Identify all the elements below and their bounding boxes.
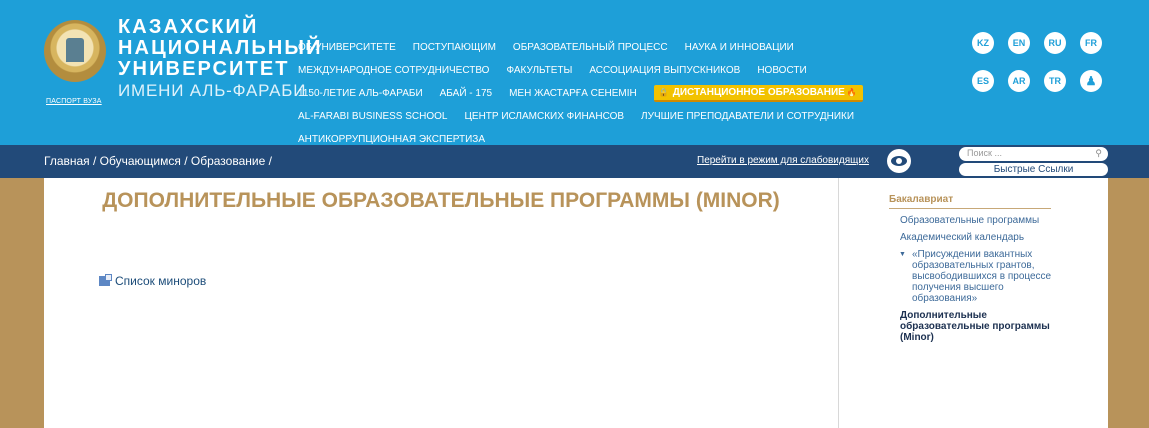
nav-row: МЕЖДУНАРОДНОЕ СОТРУДНИЧЕСТВО ФАКУЛЬТЕТЫ …: [298, 59, 938, 82]
university-name-line-3: УНИВЕРСИТЕТ: [118, 58, 290, 80]
university-logo[interactable]: [44, 20, 106, 82]
nav-row: ОБ УНИВЕРСИТЕТЕ ПОСТУПАЮЩИМ ОБРАЗОВАТЕЛЬ…: [298, 36, 938, 59]
lang-row: ES AR TR ♟: [972, 70, 1122, 92]
nav-news[interactable]: НОВОСТИ: [757, 65, 806, 76]
university-name-line-1: КАЗАХСКИЙ: [118, 16, 259, 38]
eye-icon[interactable]: [887, 149, 911, 173]
university-name-line-4: ИМЕНИ АЛЬ-ФАРАБИ: [118, 81, 307, 100]
breadcrumb[interactable]: Главная / Обучающимся / Образование /: [44, 154, 272, 168]
nav-education-process[interactable]: ОБРАЗОВАТЕЛЬНЫЙ ПРОЦЕСС: [513, 42, 668, 53]
sidebar-item-programs[interactable]: Образовательные программы: [889, 215, 1054, 226]
lang-kz-button[interactable]: KZ: [972, 32, 994, 54]
nav-business-school[interactable]: AL-FARABI BUSINESS SCHOOL: [298, 111, 448, 122]
document-icon: [99, 274, 112, 286]
lang-ar-button[interactable]: AR: [1008, 70, 1030, 92]
search-icon[interactable]: ⚲: [1095, 148, 1102, 159]
main-content: ДОПОЛНИТЕЛЬНЫЕ ОБРАЗОВАТЕЛЬНЫЕ ПРОГРАММЫ…: [44, 178, 1108, 428]
language-switcher: KZ EN RU FR ES AR TR ♟: [972, 32, 1122, 108]
nav-al-farabi-1150[interactable]: 1150-ЛЕТИЕ АЛЬ-ФАРАБИ: [298, 88, 423, 99]
sidebar-item-minor[interactable]: Дополнительные образовательные программы…: [889, 310, 1054, 343]
sidebar-item-grants[interactable]: «Присуждении вакантных образовательных г…: [889, 249, 1054, 304]
nav-alumni[interactable]: АССОЦИАЦИЯ ВЫПУСКНИКОВ: [589, 65, 740, 76]
nav-best-teachers[interactable]: ЛУЧШИЕ ПРЕПОДАВАТЕЛИ И СОТРУДНИКИ: [641, 111, 854, 122]
search-input[interactable]: Поиск ... ⚲: [959, 147, 1108, 161]
page-title: ДОПОЛНИТЕЛЬНЫЕ ОБРАЗОВАТЕЛЬНЫЕ ПРОГРАММЫ…: [102, 189, 780, 212]
nav-row: AL-FARABI BUSINESS SCHOOL ЦЕНТР ИСЛАМСКИ…: [298, 105, 938, 128]
nav-faculties[interactable]: ФАКУЛЬТЕТЫ: [506, 65, 572, 76]
nav-about[interactable]: ОБ УНИВЕРСИТЕТЕ: [298, 42, 396, 53]
quick-links-button[interactable]: Быстрые Ссылки: [959, 163, 1108, 176]
lang-fr-button[interactable]: FR: [1080, 32, 1102, 54]
sidebar-item-calendar[interactable]: Академический календарь: [889, 232, 1054, 243]
minors-list-link[interactable]: Список миноров: [99, 274, 206, 288]
lang-row: KZ EN RU FR: [972, 32, 1122, 54]
breadcrumb-bar: Главная / Обучающимся / Образование / Пе…: [0, 145, 1149, 178]
lang-tr-button[interactable]: TR: [1044, 70, 1066, 92]
sidebar-menu: Бакалавриат Образовательные программы Ак…: [889, 194, 1054, 343]
low-vision-mode-link[interactable]: Перейти в режим для слабовидящих: [697, 155, 869, 166]
sidebar-heading[interactable]: Бакалавриат: [889, 194, 1051, 209]
lang-en-button[interactable]: EN: [1008, 32, 1030, 54]
nav-abai-175[interactable]: АБАЙ - 175: [440, 88, 492, 99]
passport-link[interactable]: ПАСПОРТ ВУЗА: [46, 98, 102, 105]
university-name-line-2: НАЦИОНАЛЬНЫЙ: [118, 37, 323, 59]
minors-list-label[interactable]: Список миноров: [115, 274, 206, 288]
lang-es-button[interactable]: ES: [972, 70, 994, 92]
nav-applicants[interactable]: ПОСТУПАЮЩИМ: [413, 42, 496, 53]
nav-distance-learning[interactable]: ДИСТАНЦИОННОЕ ОБРАЗОВАНИЕ: [653, 85, 863, 102]
site-header: ПАСПОРТ ВУЗА КАЗАХСКИЙ НАЦИОНАЛЬНЫЙ УНИВ…: [0, 0, 1149, 145]
search-placeholder: Поиск ...: [967, 148, 1002, 158]
accessibility-person-icon[interactable]: ♟: [1080, 70, 1102, 92]
nav-anticorruption[interactable]: АНТИКОРРУПЦИОННАЯ ЭКСПЕРТИЗА: [298, 134, 485, 145]
nav-islamic-finance[interactable]: ЦЕНТР ИСЛАМСКИХ ФИНАНСОВ: [465, 111, 625, 122]
nav-row: 1150-ЛЕТИЕ АЛЬ-ФАРАБИ АБАЙ - 175 МЕН ЖАС…: [298, 82, 938, 105]
breadcrumb-text[interactable]: Главная / Обучающимся / Образование /: [44, 154, 272, 168]
nav-international[interactable]: МЕЖДУНАРОДНОЕ СОТРУДНИЧЕСТВО: [298, 65, 489, 76]
main-nav: ОБ УНИВЕРСИТЕТЕ ПОСТУПАЮЩИМ ОБРАЗОВАТЕЛЬ…: [298, 36, 938, 151]
lang-ru-button[interactable]: RU: [1044, 32, 1066, 54]
nav-science[interactable]: НАУКА И ИННОВАЦИИ: [685, 42, 794, 53]
nav-youth[interactable]: МЕН ЖАСТАРҒА СЕНЕМІН: [509, 88, 637, 99]
column-divider: [838, 178, 839, 428]
university-name[interactable]: КАЗАХСКИЙ НАЦИОНАЛЬНЫЙ УНИВЕРСИТЕТ ИМЕНИ…: [118, 17, 323, 101]
